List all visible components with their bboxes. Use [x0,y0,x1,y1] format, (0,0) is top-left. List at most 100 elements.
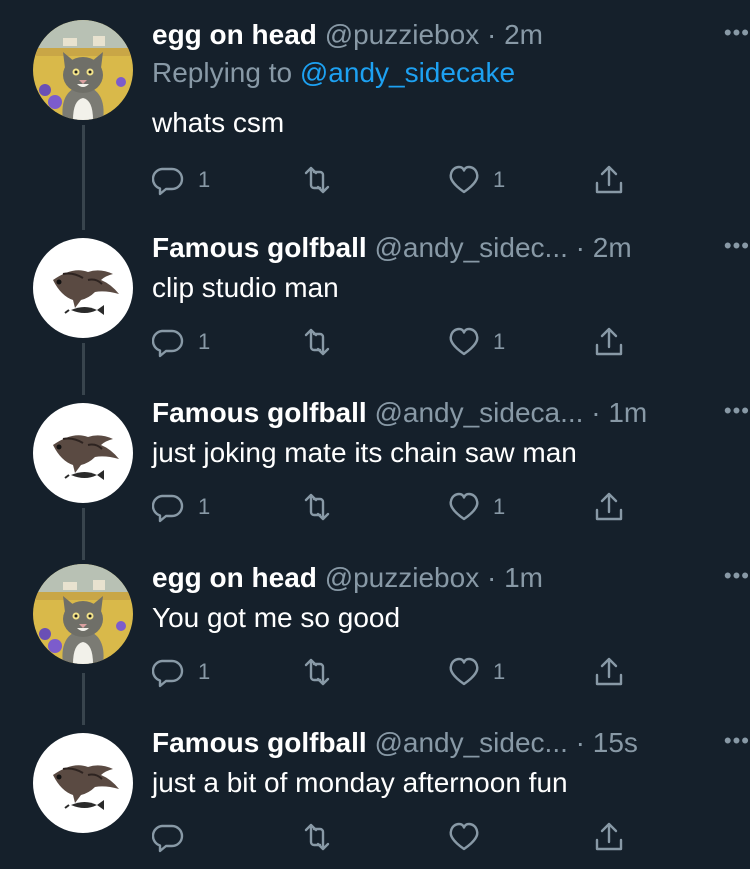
reply-button[interactable]: 1 [152,487,210,527]
reply-icon [152,494,184,523]
retweet-icon [304,823,330,851]
like-button[interactable]: 1 [447,160,505,200]
tweet-3[interactable]: egg on head @puzziebox · 1m ••• You got … [0,558,750,723]
share-icon [595,492,623,521]
tweet-text: You got me so good [152,602,401,633]
reply-icon [152,167,184,196]
separator-dot: · [591,397,601,428]
retweet-icon [304,658,330,686]
reply-count: 1 [198,167,211,192]
separator-dot: · [486,19,497,50]
reply-count: 1 [198,659,211,684]
like-button[interactable]: 1 [447,652,505,692]
tweet-header: Famous golfball @andy_sidec... · 15s [152,723,720,763]
separator-dot: · [575,232,585,263]
share-button[interactable] [592,817,626,857]
like-count: 1 [493,167,506,192]
retweet-icon [304,328,330,356]
share-icon [595,327,623,356]
bird-avatar[interactable] [33,403,133,503]
reply-button[interactable]: 1 [152,322,210,362]
heart-icon [449,822,479,851]
tweet-0[interactable]: egg on head @puzziebox · 2m ••• Replying… [0,15,750,196]
like-button[interactable] [447,817,493,857]
display-name[interactable]: Famous golfball [152,232,367,263]
cat-avatar[interactable] [33,20,133,120]
tweet-text: whats csm [152,107,285,138]
handle[interactable]: @andy_sideca... [374,397,583,428]
retweet-button[interactable] [300,160,334,200]
display-name[interactable]: egg on head [152,19,317,50]
retweet-button[interactable] [300,487,334,527]
more-icon[interactable]: ••• [724,228,750,264]
tweet-2[interactable]: Famous golfball @andy_sideca... · 1m •••… [0,393,750,558]
share-button[interactable] [592,322,626,362]
heart-icon [449,165,479,194]
like-count: 1 [493,329,506,354]
tweet-header: Famous golfball @andy_sidec... · 2m [152,228,720,268]
handle[interactable]: @puzziebox [325,19,480,50]
retweet-button[interactable] [300,652,334,692]
tweet-actions: 1 1 [152,487,632,527]
bird-avatar[interactable] [33,238,133,338]
share-button[interactable] [592,652,626,692]
heart-icon [449,657,479,686]
timestamp[interactable]: 1m [504,562,543,593]
tweet-header: egg on head @puzziebox · 1m [152,558,720,598]
display-name[interactable]: Famous golfball [152,397,367,428]
display-name[interactable]: egg on head [152,562,317,593]
share-icon [595,822,623,851]
more-icon[interactable]: ••• [724,15,750,51]
tweet-actions: 1 1 [152,652,632,692]
retweet-button[interactable] [300,817,334,857]
timestamp[interactable]: 2m [504,19,543,50]
reply-mention-link[interactable]: @andy_sidecake [300,57,515,88]
reply-count: 1 [198,494,211,519]
reply-icon [152,824,184,853]
tweet-text: just joking mate its chain saw man [152,437,577,468]
reply-button[interactable] [152,817,198,857]
bird-avatar[interactable] [33,733,133,833]
timestamp[interactable]: 15s [593,727,638,758]
handle[interactable]: @andy_sidec... [374,727,567,758]
tweet-actions [152,817,632,857]
separator-dot: · [575,727,585,758]
share-button[interactable] [592,487,626,527]
like-count: 1 [493,494,506,519]
replying-to: Replying to @andy_sidecake [152,55,515,91]
timestamp[interactable]: 2m [593,232,632,263]
reply-button[interactable]: 1 [152,160,210,200]
separator-dot: · [486,562,497,593]
reply-button[interactable]: 1 [152,652,210,692]
like-button[interactable]: 1 [447,487,505,527]
tweet-1[interactable]: Famous golfball @andy_sidec... · 2m ••• … [0,228,750,393]
share-icon [595,165,623,194]
more-icon[interactable]: ••• [724,723,750,759]
tweet-actions: 1 1 [152,322,632,362]
display-name[interactable]: Famous golfball [152,727,367,758]
reply-icon [152,329,184,358]
cat-avatar[interactable] [33,564,133,664]
reply-icon [152,659,184,688]
heart-icon [449,492,479,521]
tweet-actions: 1 1 [152,160,632,200]
replying-to-label: Replying to [152,57,293,88]
more-icon[interactable]: ••• [724,558,750,594]
like-count: 1 [493,659,506,684]
retweet-button[interactable] [300,322,334,362]
tweet-header: egg on head @puzziebox · 2m [152,15,720,55]
handle[interactable]: @puzziebox [325,562,480,593]
tweet-header: Famous golfball @andy_sideca... · 1m [152,393,720,433]
tweet-4[interactable]: Famous golfball @andy_sidec... · 15s •••… [0,723,750,869]
timestamp[interactable]: 1m [608,397,647,428]
tweet-text: just a bit of monday afternoon fun [152,767,568,798]
like-button[interactable]: 1 [447,322,505,362]
more-icon[interactable]: ••• [724,393,750,429]
share-icon [595,657,623,686]
handle[interactable]: @andy_sidec... [374,232,567,263]
tweet-text: clip studio man [152,272,339,303]
share-button[interactable] [592,160,626,200]
heart-icon [449,327,479,356]
retweet-icon [304,166,330,194]
retweet-icon [304,493,330,521]
